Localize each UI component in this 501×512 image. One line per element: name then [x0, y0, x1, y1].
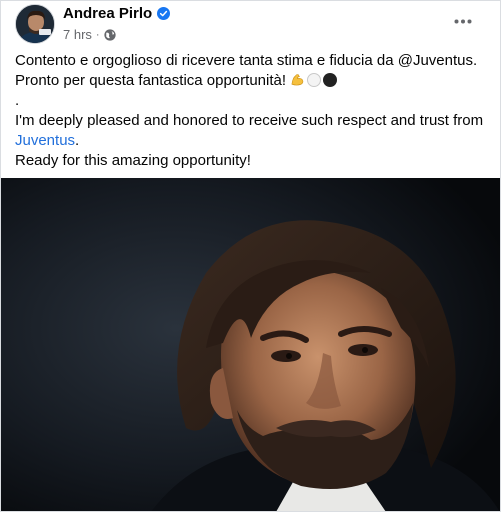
message-line-dot: . — [15, 92, 20, 109]
meta-separator: · — [95, 28, 100, 41]
post-photo[interactable] — [1, 178, 500, 511]
black-circle-icon — [323, 73, 338, 87]
message-line-en3: Ready for this amazing opportunity! — [15, 152, 251, 169]
message-it2-text: Pronto per questa fantastica opportunità… — [15, 72, 287, 89]
globe-icon[interactable] — [103, 28, 116, 41]
message-line-it1: Contento e orgoglioso di ricevere tanta … — [15, 52, 478, 69]
juventus-link[interactable]: Juventus — [15, 132, 75, 149]
post-meta: 7 hrs · — [63, 27, 116, 42]
message-line-en2: Juventus. — [15, 131, 490, 151]
verified-badge-icon — [157, 7, 171, 20]
post-header: Andrea Pirlo 7 hrs · — [1, 1, 500, 49]
author-row: Andrea Pirlo — [63, 5, 171, 22]
portrait-image — [1, 178, 500, 511]
post-timestamp[interactable]: 7 hrs — [63, 27, 92, 42]
author-avatar[interactable] — [15, 4, 55, 44]
message-line-en1: I'm deeply pleased and honored to receiv… — [15, 112, 484, 129]
message-line-it2: Pronto per questa fantastica opportunità… — [15, 71, 490, 91]
white-circle-icon — [307, 73, 322, 87]
more-options-icon — [454, 19, 472, 23]
author-name[interactable]: Andrea Pirlo — [63, 5, 152, 22]
link-suffix: . — [75, 132, 80, 149]
post-message: Contento e orgoglioso di ricevere tanta … — [15, 51, 490, 171]
flexed-biceps-icon — [290, 72, 305, 87]
facebook-post: Andrea Pirlo 7 hrs · Contento e orgoglio… — [0, 0, 501, 512]
avatar-image — [16, 5, 54, 43]
more-options-button[interactable] — [448, 9, 478, 33]
